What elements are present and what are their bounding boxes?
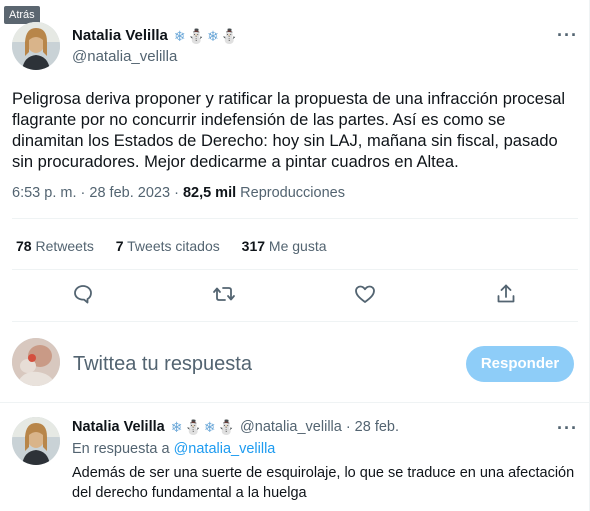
likes-stat[interactable]: 317 Me gusta <box>242 238 327 254</box>
retweets-stat[interactable]: 78 Retweets <box>16 238 94 254</box>
reply-tweet-text: Además de ser una suerte de esquirolaje,… <box>72 465 575 501</box>
meta-separator: · <box>345 419 351 435</box>
more-options-icon[interactable]: ··· <box>557 418 578 439</box>
in-reply-handle-link[interactable]: @natalia_velilla <box>174 441 276 457</box>
tweet-actions <box>0 282 590 308</box>
snowflake-icon: ❄ <box>203 419 216 435</box>
tweet-stats: 78 Retweets 7 Tweets citados 317 Me gust… <box>16 238 345 254</box>
snowflake-icon: ❄ <box>170 419 183 435</box>
retweets-label: Retweets <box>35 238 94 254</box>
user-avatar[interactable] <box>12 338 60 386</box>
tweet-text: Peligrosa deriva proponer y ratificar la… <box>12 90 566 171</box>
reply-icon[interactable] <box>71 282 95 306</box>
author-display-name[interactable]: Natalia Velilla <box>72 27 168 44</box>
reply-input[interactable]: Twittea tu respuesta <box>73 353 252 376</box>
snowman-icon: ⛄ <box>187 27 206 44</box>
snowman-icon: ⛄ <box>217 419 236 435</box>
author-name-row: Natalia Velilla ❄ ⛄ ❄ ⛄ <box>72 27 238 44</box>
snowman-icon: ⛄ <box>184 419 202 435</box>
reply-author-handle[interactable]: @natalia_velilla <box>240 419 342 435</box>
tweet-meta: 6:53 p. m. · 28 feb. 2023 · 82,5 mil Rep… <box>12 185 345 201</box>
views-label: Reproducciones <box>240 185 345 201</box>
like-icon[interactable] <box>353 282 377 306</box>
views-count: 82,5 mil <box>182 185 237 201</box>
reply-author-avatar[interactable] <box>12 417 60 465</box>
likes-label: Me gusta <box>268 238 327 254</box>
reply-date[interactable]: 28 feb. <box>355 419 399 435</box>
share-icon[interactable] <box>494 282 518 306</box>
snowflake-icon: ❄ <box>173 27 186 44</box>
likes-count: 317 <box>241 238 266 254</box>
retweets-count: 78 <box>16 238 32 254</box>
divider <box>12 321 578 322</box>
tweet-date[interactable]: 28 feb. 2023 <box>89 185 170 201</box>
divider <box>0 402 590 403</box>
in-reply-prefix: En respuesta a <box>72 441 170 457</box>
meta-separator: · <box>174 185 179 201</box>
reply-author-display-name[interactable]: Natalia Velilla <box>72 419 165 435</box>
in-reply-to: En respuesta a @natalia_velilla <box>72 441 275 457</box>
meta-separator: · <box>80 185 86 201</box>
reply-author-row: Natalia Velilla ❄ ⛄ ❄ ⛄ @natalia_velilla… <box>72 419 399 435</box>
author-avatar[interactable] <box>12 22 60 70</box>
more-options-icon[interactable]: ··· <box>557 25 578 46</box>
divider <box>12 218 578 219</box>
quotes-label: Tweets citados <box>127 238 220 254</box>
quotes-stat[interactable]: 7 Tweets citados <box>116 238 220 254</box>
reply-button[interactable]: Responder <box>466 346 574 382</box>
retweet-icon[interactable] <box>212 282 236 306</box>
snowman-icon: ⛄ <box>220 27 239 44</box>
tweet-time[interactable]: 6:53 p. m. <box>12 185 76 201</box>
quotes-count: 7 <box>115 238 124 254</box>
author-handle[interactable]: @natalia_velilla <box>72 48 177 65</box>
snowflake-icon: ❄ <box>207 27 219 44</box>
divider <box>12 269 578 270</box>
